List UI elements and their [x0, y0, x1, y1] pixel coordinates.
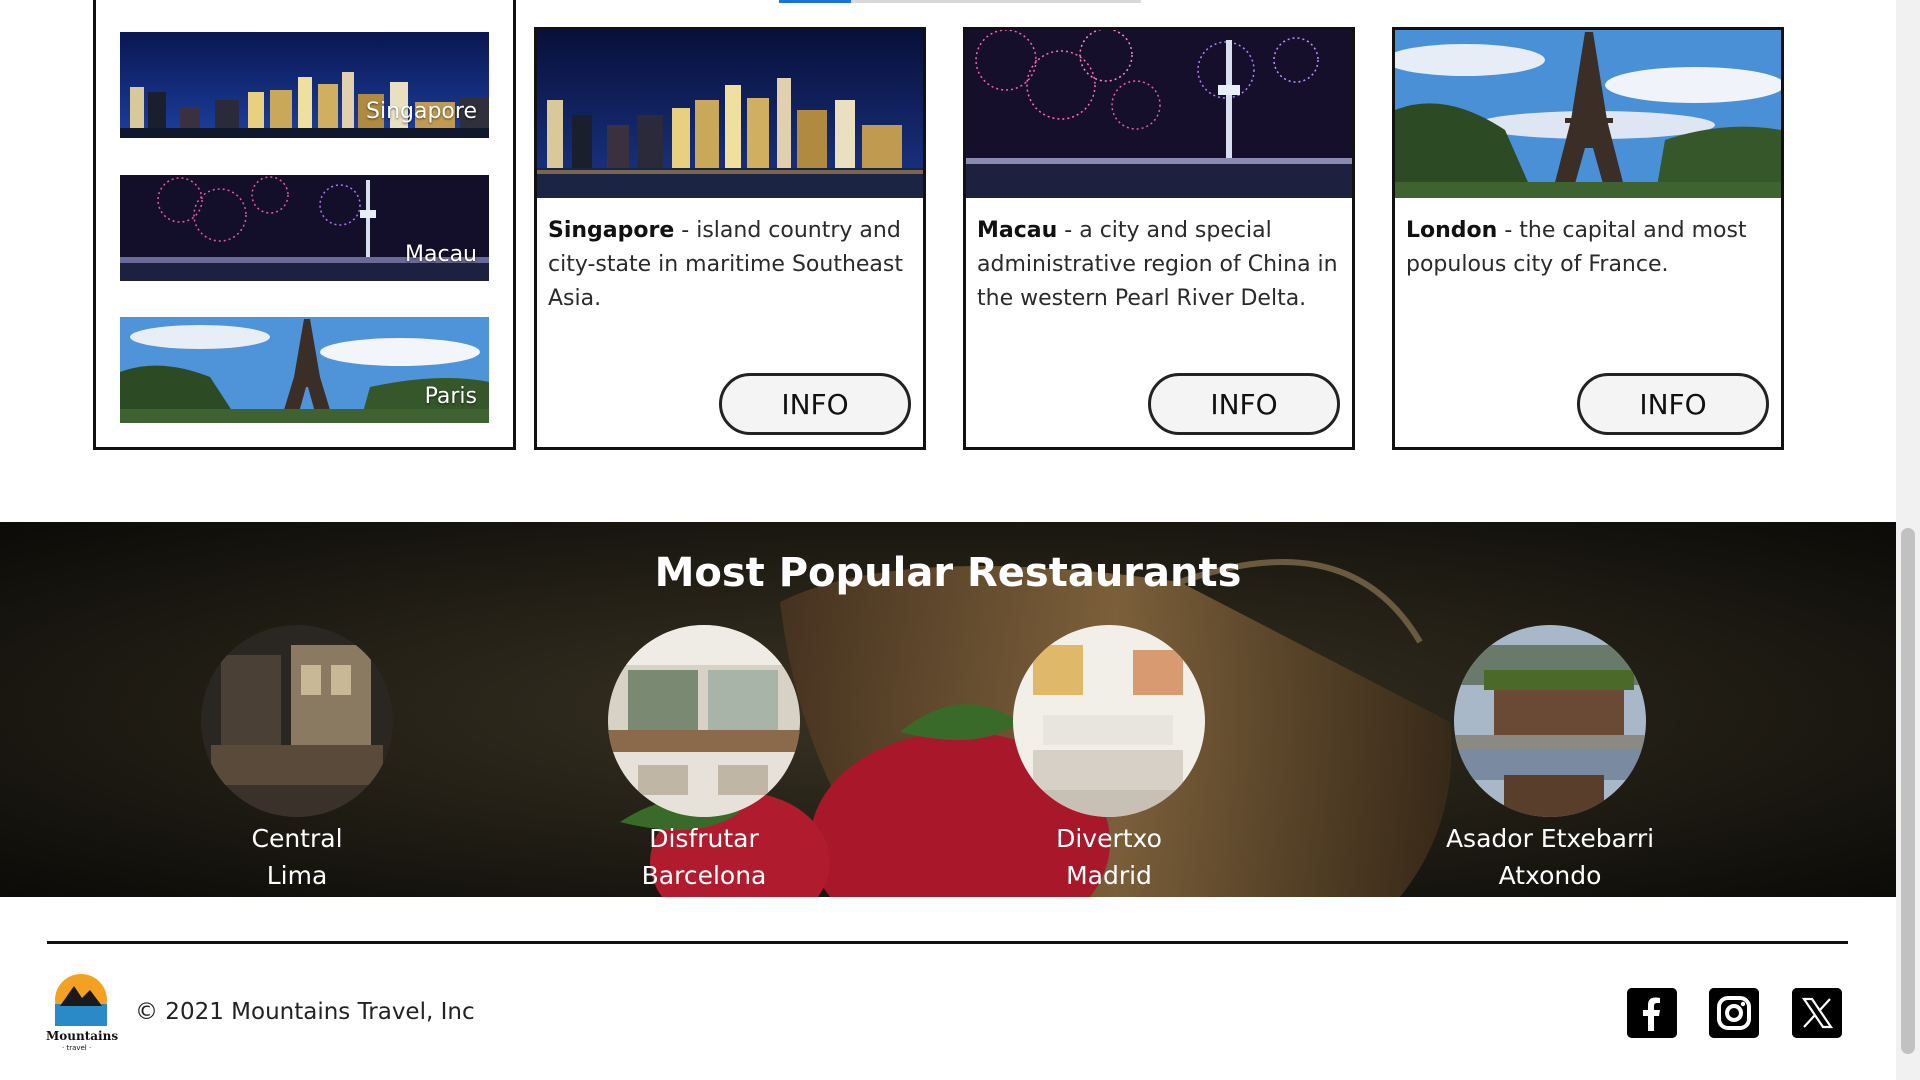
logo-text: Mountains [46, 1029, 118, 1043]
destination-thumbnails-panel: Singapore Macau Paris [93, 0, 516, 450]
card-title: Macau [977, 218, 1058, 243]
restaurant-image [1013, 625, 1205, 817]
facebook-icon[interactable] [1627, 988, 1677, 1038]
thumbnail-macau[interactable]: Macau [120, 175, 489, 281]
footer-divider [47, 941, 1848, 944]
destination-card-macau: Macau - a city and special administrativ… [963, 27, 1355, 450]
vertical-scrollbar[interactable] [1896, 0, 1920, 1080]
card-description: London - the capital and most populous c… [1406, 214, 1770, 282]
card-image [1395, 30, 1781, 198]
card-description: Singapore - island country and city-stat… [548, 214, 912, 316]
restaurant-item-asador-etxebarri[interactable]: Asador Etxebarri Atxondo [1420, 625, 1680, 894]
info-button[interactable]: INFO [719, 373, 911, 435]
top-tab-active-indicator [779, 0, 851, 3]
card-image [537, 30, 923, 198]
card-title: London [1406, 218, 1498, 243]
info-button[interactable]: INFO [1148, 373, 1340, 435]
page: Singapore Macau Paris Singapore - island… [0, 0, 1920, 1080]
restaurant-item-divertxo[interactable]: Divertxo Madrid [979, 625, 1239, 894]
restaurant-image [201, 625, 393, 817]
thumbnail-singapore[interactable]: Singapore [120, 32, 489, 138]
restaurants-title: Most Popular Restaurants [654, 550, 1242, 596]
card-image [966, 30, 1352, 198]
restaurant-city: Atxondo [1498, 861, 1602, 890]
destination-card-singapore: Singapore - island country and city-stat… [534, 27, 926, 450]
scrollbar-thumb[interactable] [1901, 528, 1915, 1054]
card-description: Macau - a city and special administrativ… [977, 214, 1341, 316]
restaurant-image [608, 625, 800, 817]
thumbnail-label: Singapore [366, 99, 477, 124]
destination-card-london: London - the capital and most populous c… [1392, 27, 1784, 450]
restaurant-city: Lima [266, 861, 328, 890]
thumbnail-label: Paris [424, 384, 477, 409]
restaurant-item-central[interactable]: Central Lima [167, 625, 427, 894]
x-icon[interactable] [1792, 988, 1842, 1038]
restaurant-image [1454, 625, 1646, 817]
instagram-icon[interactable] [1709, 988, 1759, 1038]
mountains-logo[interactable]: Mountains · travel · [46, 974, 126, 1052]
copyright-text: © 2021 Mountains Travel, Inc [135, 999, 475, 1025]
restaurants-section: Most Popular Restaurants Central Lima Di… [0, 522, 1896, 897]
restaurant-city: Barcelona [641, 861, 767, 890]
restaurant-name: Central [251, 824, 343, 853]
logo-subtext: · travel · [62, 1044, 91, 1052]
thumbnail-label: Macau [405, 242, 477, 267]
restaurant-item-disfrutar[interactable]: Disfrutar Barcelona [574, 625, 834, 894]
restaurant-name: Divertxo [1056, 824, 1162, 853]
restaurant-name: Asador Etxebarri [1445, 824, 1655, 853]
thumbnail-paris[interactable]: Paris [120, 317, 489, 423]
restaurant-name: Disfrutar [649, 824, 759, 853]
card-title: Singapore [548, 218, 675, 243]
info-button[interactable]: INFO [1577, 373, 1769, 435]
restaurant-city: Madrid [1066, 861, 1152, 890]
